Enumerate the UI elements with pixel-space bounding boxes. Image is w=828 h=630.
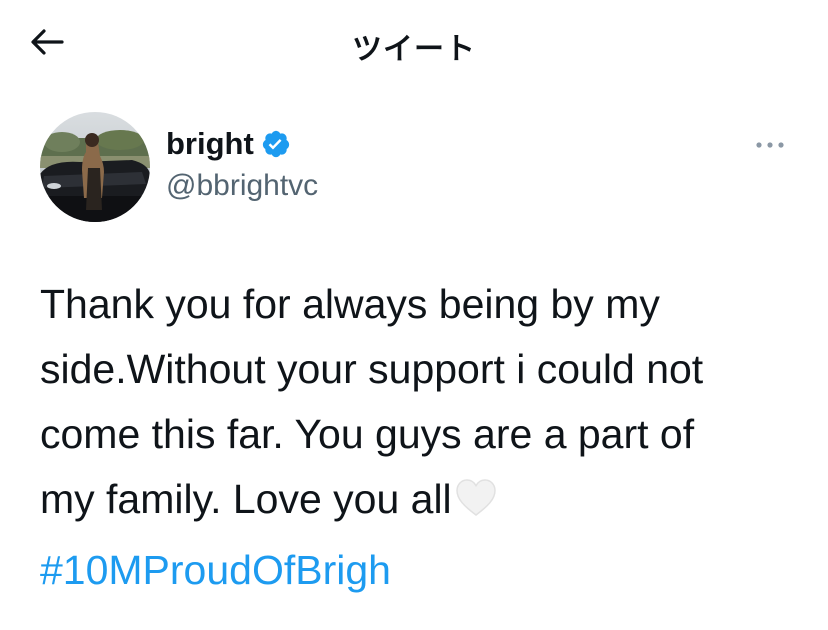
avatar[interactable] <box>40 112 150 222</box>
page-title: ツイート <box>352 32 476 67</box>
hashtag-link[interactable]: #10MProudOfBrigh <box>40 538 800 603</box>
author-handle[interactable]: @bbrightvc <box>166 169 318 203</box>
avatar-image <box>40 112 150 222</box>
white-heart-icon <box>454 473 498 538</box>
tweet-line: Thank you for always being by my <box>40 281 660 327</box>
verified-badge-icon <box>261 129 291 159</box>
author-name[interactable]: bright <box>166 126 254 162</box>
top-bar: ツイート <box>0 0 828 88</box>
tweet-line: come this far. You guys are a part of <box>40 411 695 457</box>
tweet-line-text: my family. Love you all <box>40 476 452 522</box>
tweet-line-last: my family. Love you all <box>40 467 800 538</box>
more-options-icon <box>756 142 784 148</box>
author-name-row: bright <box>166 126 291 162</box>
more-options-button[interactable] <box>748 130 792 160</box>
tweet-line: side.Without your support i could not <box>40 346 704 392</box>
tweet-text: Thank you for always being by my side.Wi… <box>40 272 800 603</box>
